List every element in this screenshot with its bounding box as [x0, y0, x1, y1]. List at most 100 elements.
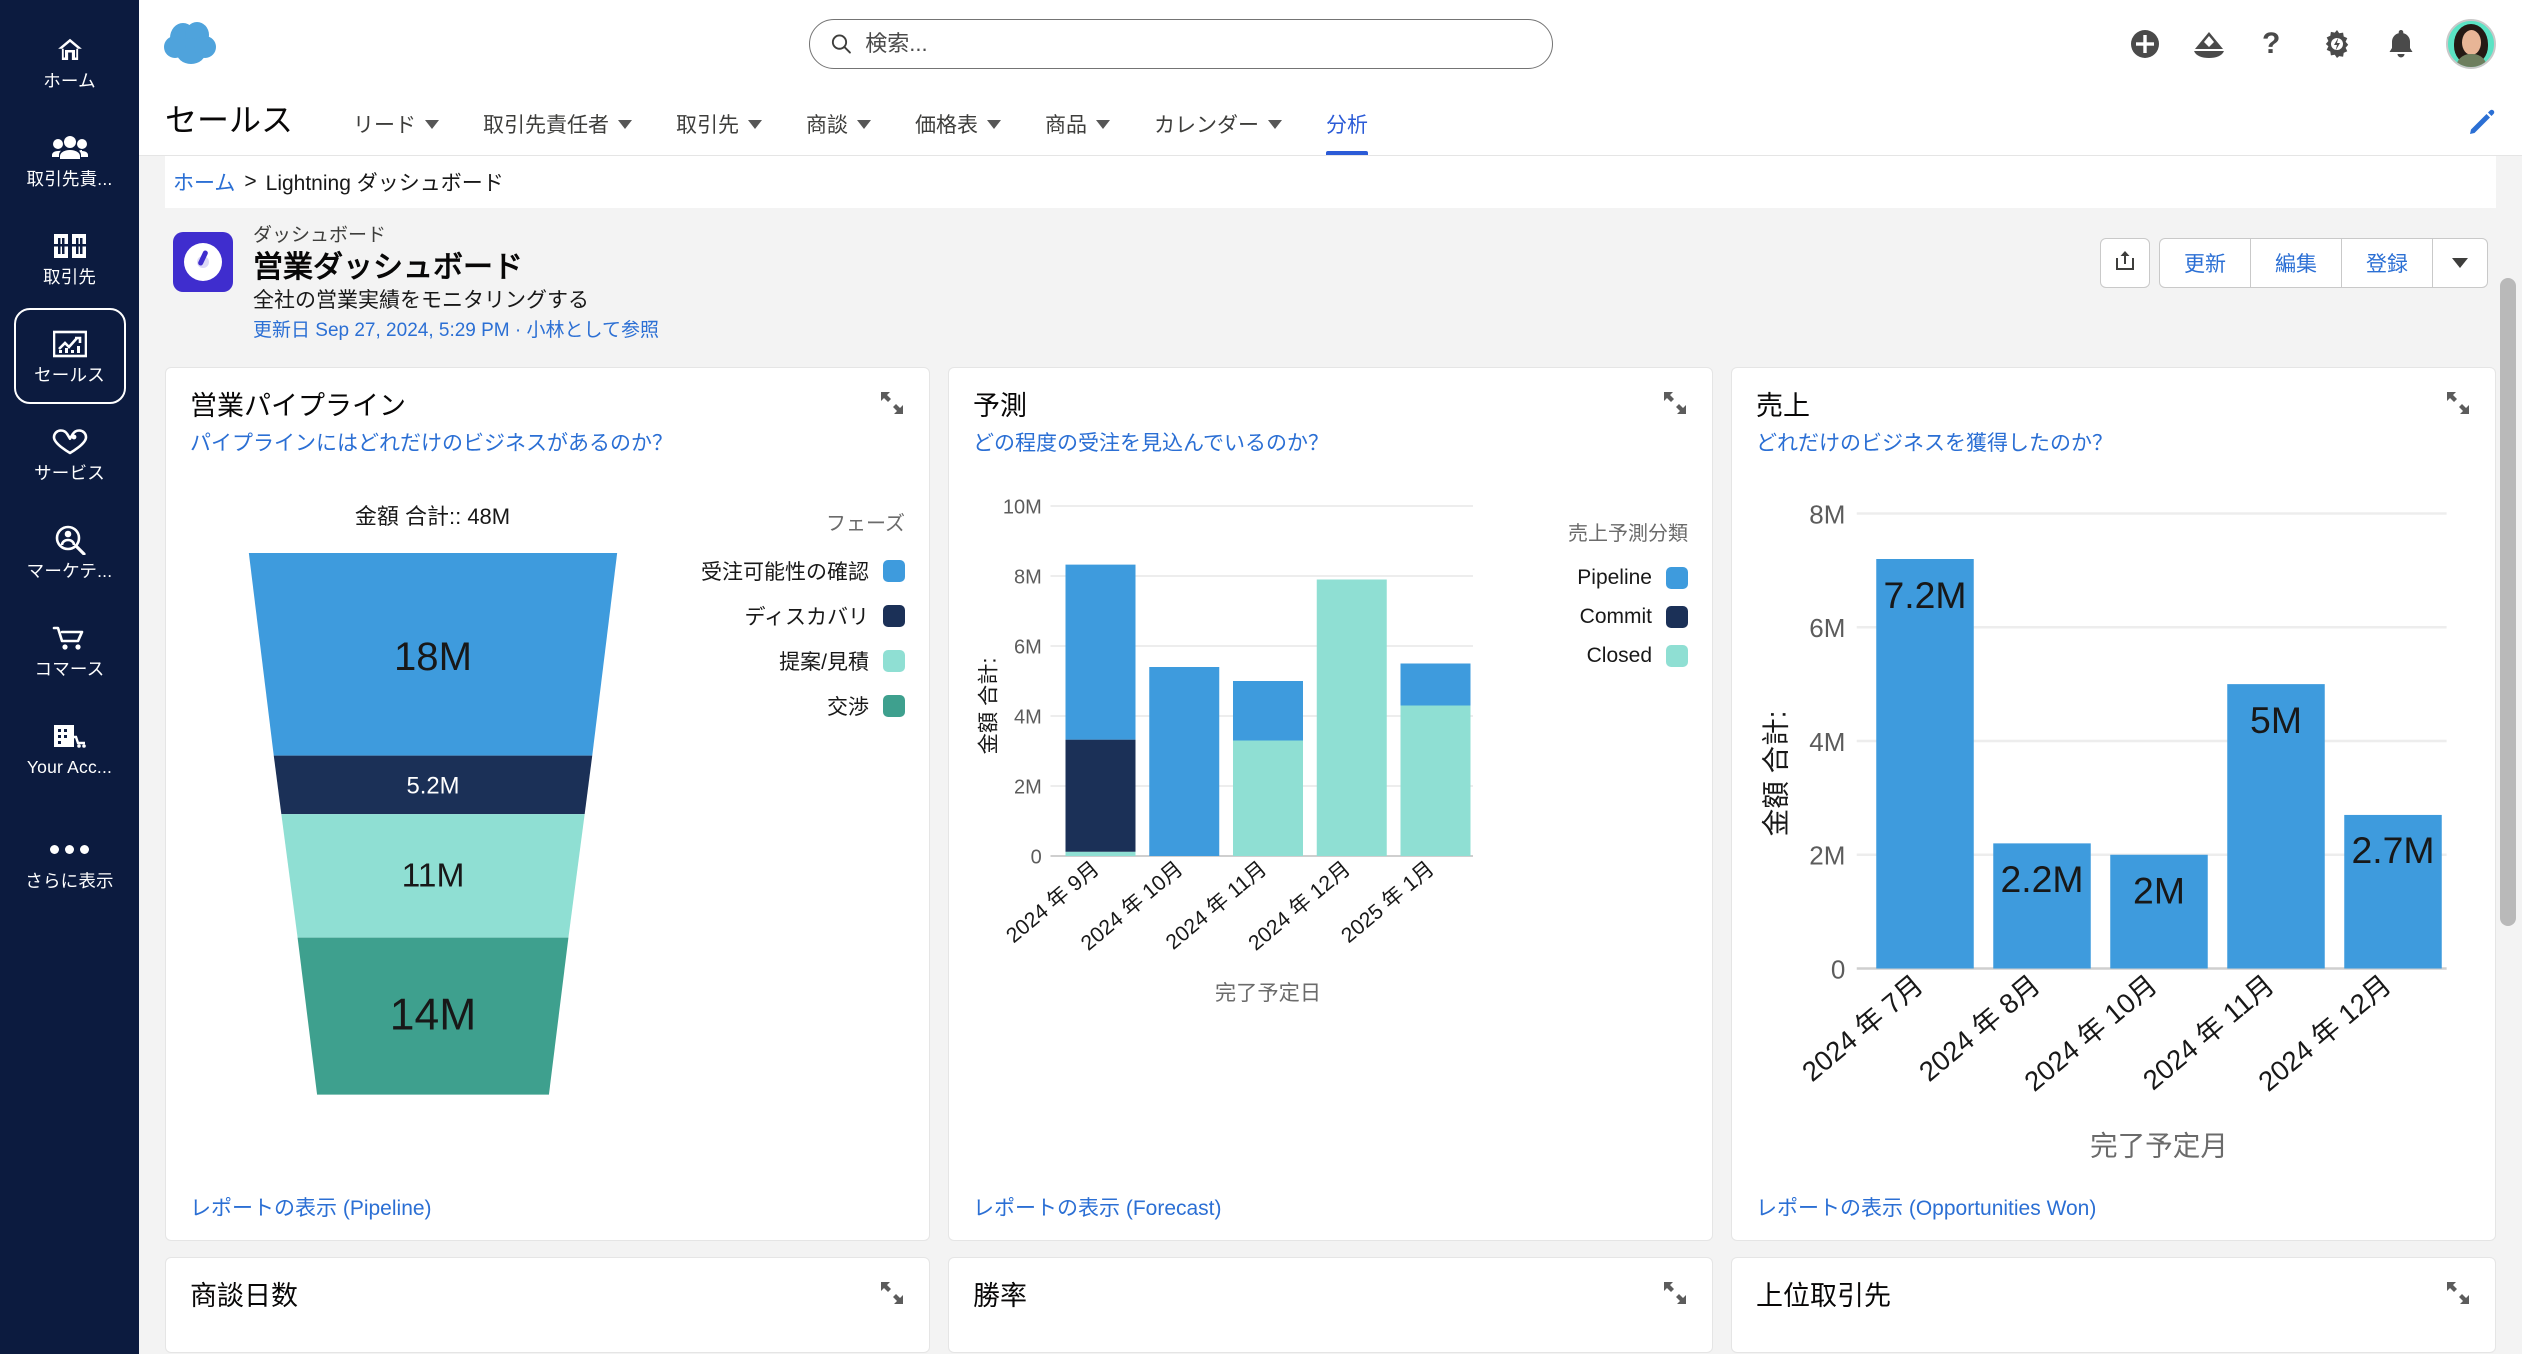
sidebar-item-accounts[interactable]: 取引先	[14, 210, 126, 306]
bar-segment-closed[interactable]	[1066, 852, 1136, 856]
funnel-plot-area: 金額 合計:: 48M 18M 5.2M	[190, 473, 675, 1180]
share-icon	[2113, 249, 2137, 278]
edit-pencil-icon[interactable]	[2468, 108, 2496, 141]
tab-pricebooks[interactable]: 価格表	[893, 109, 1023, 155]
funnel-legend: フェーズ 受注可能性の確認 ディスカバリ 提案	[675, 473, 905, 1180]
tab-products[interactable]: 商品	[1023, 109, 1132, 155]
x-tick-label: 2024 年 7月	[1796, 969, 1929, 1087]
widget-header: 商談日数	[190, 1280, 905, 1314]
scrollbar-thumb[interactable]	[2500, 278, 2516, 926]
sidebar-item-service[interactable]: サービス	[14, 406, 126, 502]
search-input[interactable]	[865, 31, 1531, 57]
tab-analytics[interactable]: 分析	[1304, 109, 1390, 155]
heart-icon	[51, 426, 89, 458]
expand-icon[interactable]	[879, 1280, 905, 1311]
legend-item[interactable]: 受注可能性の確認	[675, 556, 905, 586]
widget-header: 売上 どれだけのビジネスを獲得したのか？	[1756, 390, 2471, 459]
tab-accounts[interactable]: 取引先	[654, 109, 784, 155]
forecast-chart: 金額 合計: 10M 8M	[973, 459, 1688, 1180]
bar-segment-commit[interactable]	[1066, 740, 1136, 852]
bar-segment-pipeline[interactable]	[1401, 664, 1471, 706]
sidebar-item-contacts[interactable]: 取引先責...	[14, 112, 126, 208]
widget-title: 上位取引先	[1756, 1280, 1891, 1314]
dashboard-updated-info[interactable]: 更新日 Sep 27, 2024, 5:29 PM · 小林として参照	[253, 317, 659, 346]
sidebar-item-your-account[interactable]: Your Acc...	[14, 700, 126, 796]
legend-item[interactable]: Commit	[1498, 605, 1688, 629]
legend-swatch	[883, 605, 905, 627]
bar[interactable]	[1876, 559, 1974, 969]
y-tick-label: 2M	[1809, 841, 1845, 871]
tab-calendar[interactable]: カレンダー	[1132, 109, 1304, 155]
tab-opportunities[interactable]: 商談	[784, 109, 893, 155]
sidebar-label: さらに表示	[25, 873, 114, 891]
view-report-link[interactable]: レポートの表示 (Pipeline)	[190, 1180, 905, 1222]
widget-subtitle[interactable]: どの程度の受注を見込んでいるのか？	[973, 428, 1329, 460]
marketing-icon	[51, 524, 89, 556]
widget-subtitle[interactable]: どれだけのビジネスを獲得したのか？	[1756, 428, 2113, 460]
subscribe-button[interactable]: 登録	[2341, 238, 2433, 288]
sidebar-label: コマース	[35, 661, 105, 679]
view-report-link[interactable]: レポートの表示 (Opportunities Won)	[1756, 1180, 2471, 1222]
legend-item[interactable]: Closed	[1498, 644, 1688, 668]
expand-icon[interactable]	[879, 390, 905, 421]
nav-tabs: リード 取引先責任者 取引先 商談 価格表	[331, 109, 2496, 155]
refresh-button[interactable]: 更新	[2159, 238, 2251, 288]
sidebar-item-show-more[interactable]: さらに表示	[14, 814, 126, 910]
dashboard-kicker: ダッシュボード	[253, 224, 659, 249]
notifications-bell-icon[interactable]	[2382, 25, 2420, 63]
svg-text:?: ?	[2262, 27, 2280, 60]
vertical-scrollbar[interactable]	[2500, 160, 2516, 1350]
funnel-value-4: 14M	[389, 991, 475, 1040]
setup-gear-icon[interactable]	[2318, 25, 2356, 63]
add-icon[interactable]	[2126, 25, 2164, 63]
sidebar-item-sales[interactable]: セールス	[14, 308, 126, 404]
expand-icon[interactable]	[1662, 1280, 1688, 1311]
tab-contacts[interactable]: 取引先責任者	[461, 109, 654, 155]
tab-label: 取引先	[676, 109, 739, 139]
y-axis-label: 金額 合計:	[977, 658, 1001, 755]
tab-label: リード	[353, 109, 416, 139]
legend-item[interactable]: ディスカバリ	[675, 601, 905, 631]
sidebar-label: ホーム	[43, 73, 96, 91]
help-icon[interactable]: ?	[2254, 25, 2292, 63]
legend-label: Pipeline	[1577, 566, 1652, 590]
breadcrumb: ホーム > Lightning ダッシュボード	[165, 156, 2496, 208]
sidebar-item-home[interactable]: ホーム	[14, 14, 126, 110]
page-title: 営業ダッシュボード	[253, 249, 659, 287]
expand-icon[interactable]	[2445, 390, 2471, 421]
bar-segment-pipeline[interactable]	[1233, 681, 1303, 741]
more-actions-button[interactable]	[2432, 238, 2488, 288]
sidebar-item-commerce[interactable]: コマース	[14, 602, 126, 698]
legend-swatch	[1666, 606, 1688, 628]
bar-segment-closed[interactable]	[1233, 741, 1303, 857]
x-axis-label: 完了予定日	[1215, 981, 1321, 1005]
share-button[interactable]	[2100, 238, 2150, 288]
breadcrumb-home[interactable]: ホーム	[173, 167, 235, 197]
bar-segment-pipeline[interactable]	[1149, 667, 1219, 856]
tab-label: 分析	[1326, 109, 1368, 139]
expand-icon[interactable]	[1662, 390, 1688, 421]
bar-segment-closed[interactable]	[1317, 580, 1387, 857]
bar-segment-closed[interactable]	[1401, 706, 1471, 857]
funnel-total-label: 金額 合計:: 48M	[355, 499, 510, 531]
edit-button[interactable]: 編集	[2250, 238, 2342, 288]
expand-icon[interactable]	[2445, 1280, 2471, 1311]
trailhead-icon[interactable]	[2190, 25, 2228, 63]
y-tick-label: 8M	[1809, 500, 1845, 530]
tab-leads[interactable]: リード	[331, 109, 461, 155]
legend-item[interactable]: Pipeline	[1498, 566, 1688, 590]
sidebar-label: サービス	[34, 465, 105, 483]
avatar[interactable]	[2446, 19, 2496, 69]
bar-value-label: 2.2M	[2000, 859, 2083, 901]
legend-item[interactable]: 交渉	[675, 691, 905, 721]
home-icon	[51, 34, 89, 66]
salesforce-cloud-logo[interactable]	[161, 18, 235, 70]
search-box[interactable]	[809, 19, 1553, 69]
bar-segment-pipeline[interactable]	[1066, 565, 1136, 740]
view-report-link[interactable]: レポートの表示 (Forecast)	[973, 1180, 1688, 1222]
bar-value-label: 5M	[2250, 699, 2302, 741]
widget-subtitle[interactable]: パイプラインにはどれだけのビジネスがあるのか？	[190, 428, 673, 460]
sidebar-item-marketing[interactable]: マーケテ...	[14, 504, 126, 600]
legend-item[interactable]: 提案/見積	[675, 646, 905, 676]
page-scroll-region[interactable]: ホーム > Lightning ダッシュボード ダッシュボード 営業ダッシュボー…	[139, 156, 2522, 1354]
